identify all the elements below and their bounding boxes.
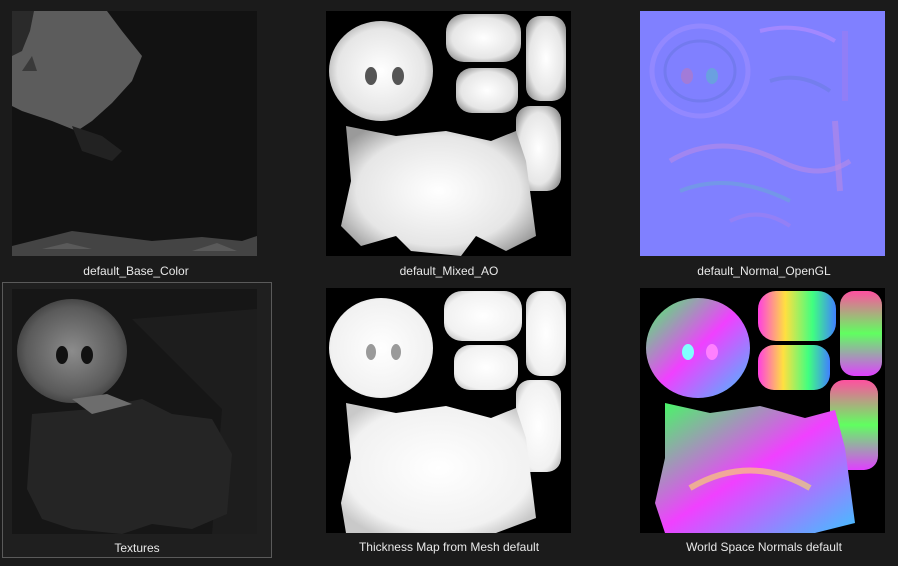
texture-item-base-color[interactable]: default_Base_Color [2,2,270,280]
texture-label: Textures [114,541,160,555]
texture-item-mixed-ao[interactable]: default_Mixed_AO [315,2,583,280]
base-color-thumbnail [12,11,257,256]
texture-label: Thickness Map from Mesh default [358,540,540,554]
texture-item-world-space-normals[interactable]: World Space Normals default [630,282,898,558]
texture-item-normal-opengl[interactable]: default_Normal_OpenGL [630,2,898,280]
texture-label: World Space Normals default [686,540,842,554]
texture-label: default_Normal_OpenGL [697,264,831,278]
thickness-map-thumbnail [326,288,571,533]
normal-map-thumbnail [640,11,885,256]
world-space-normal-thumbnail [640,288,885,533]
textures-preview-thumbnail [12,289,257,534]
ambient-occlusion-thumbnail [326,11,571,256]
texture-label: default_Mixed_AO [399,264,499,278]
texture-item-textures[interactable]: Textures [2,282,272,558]
texture-label: default_Base_Color [83,264,189,278]
texture-item-thickness[interactable]: Thickness Map from Mesh default [315,282,583,558]
